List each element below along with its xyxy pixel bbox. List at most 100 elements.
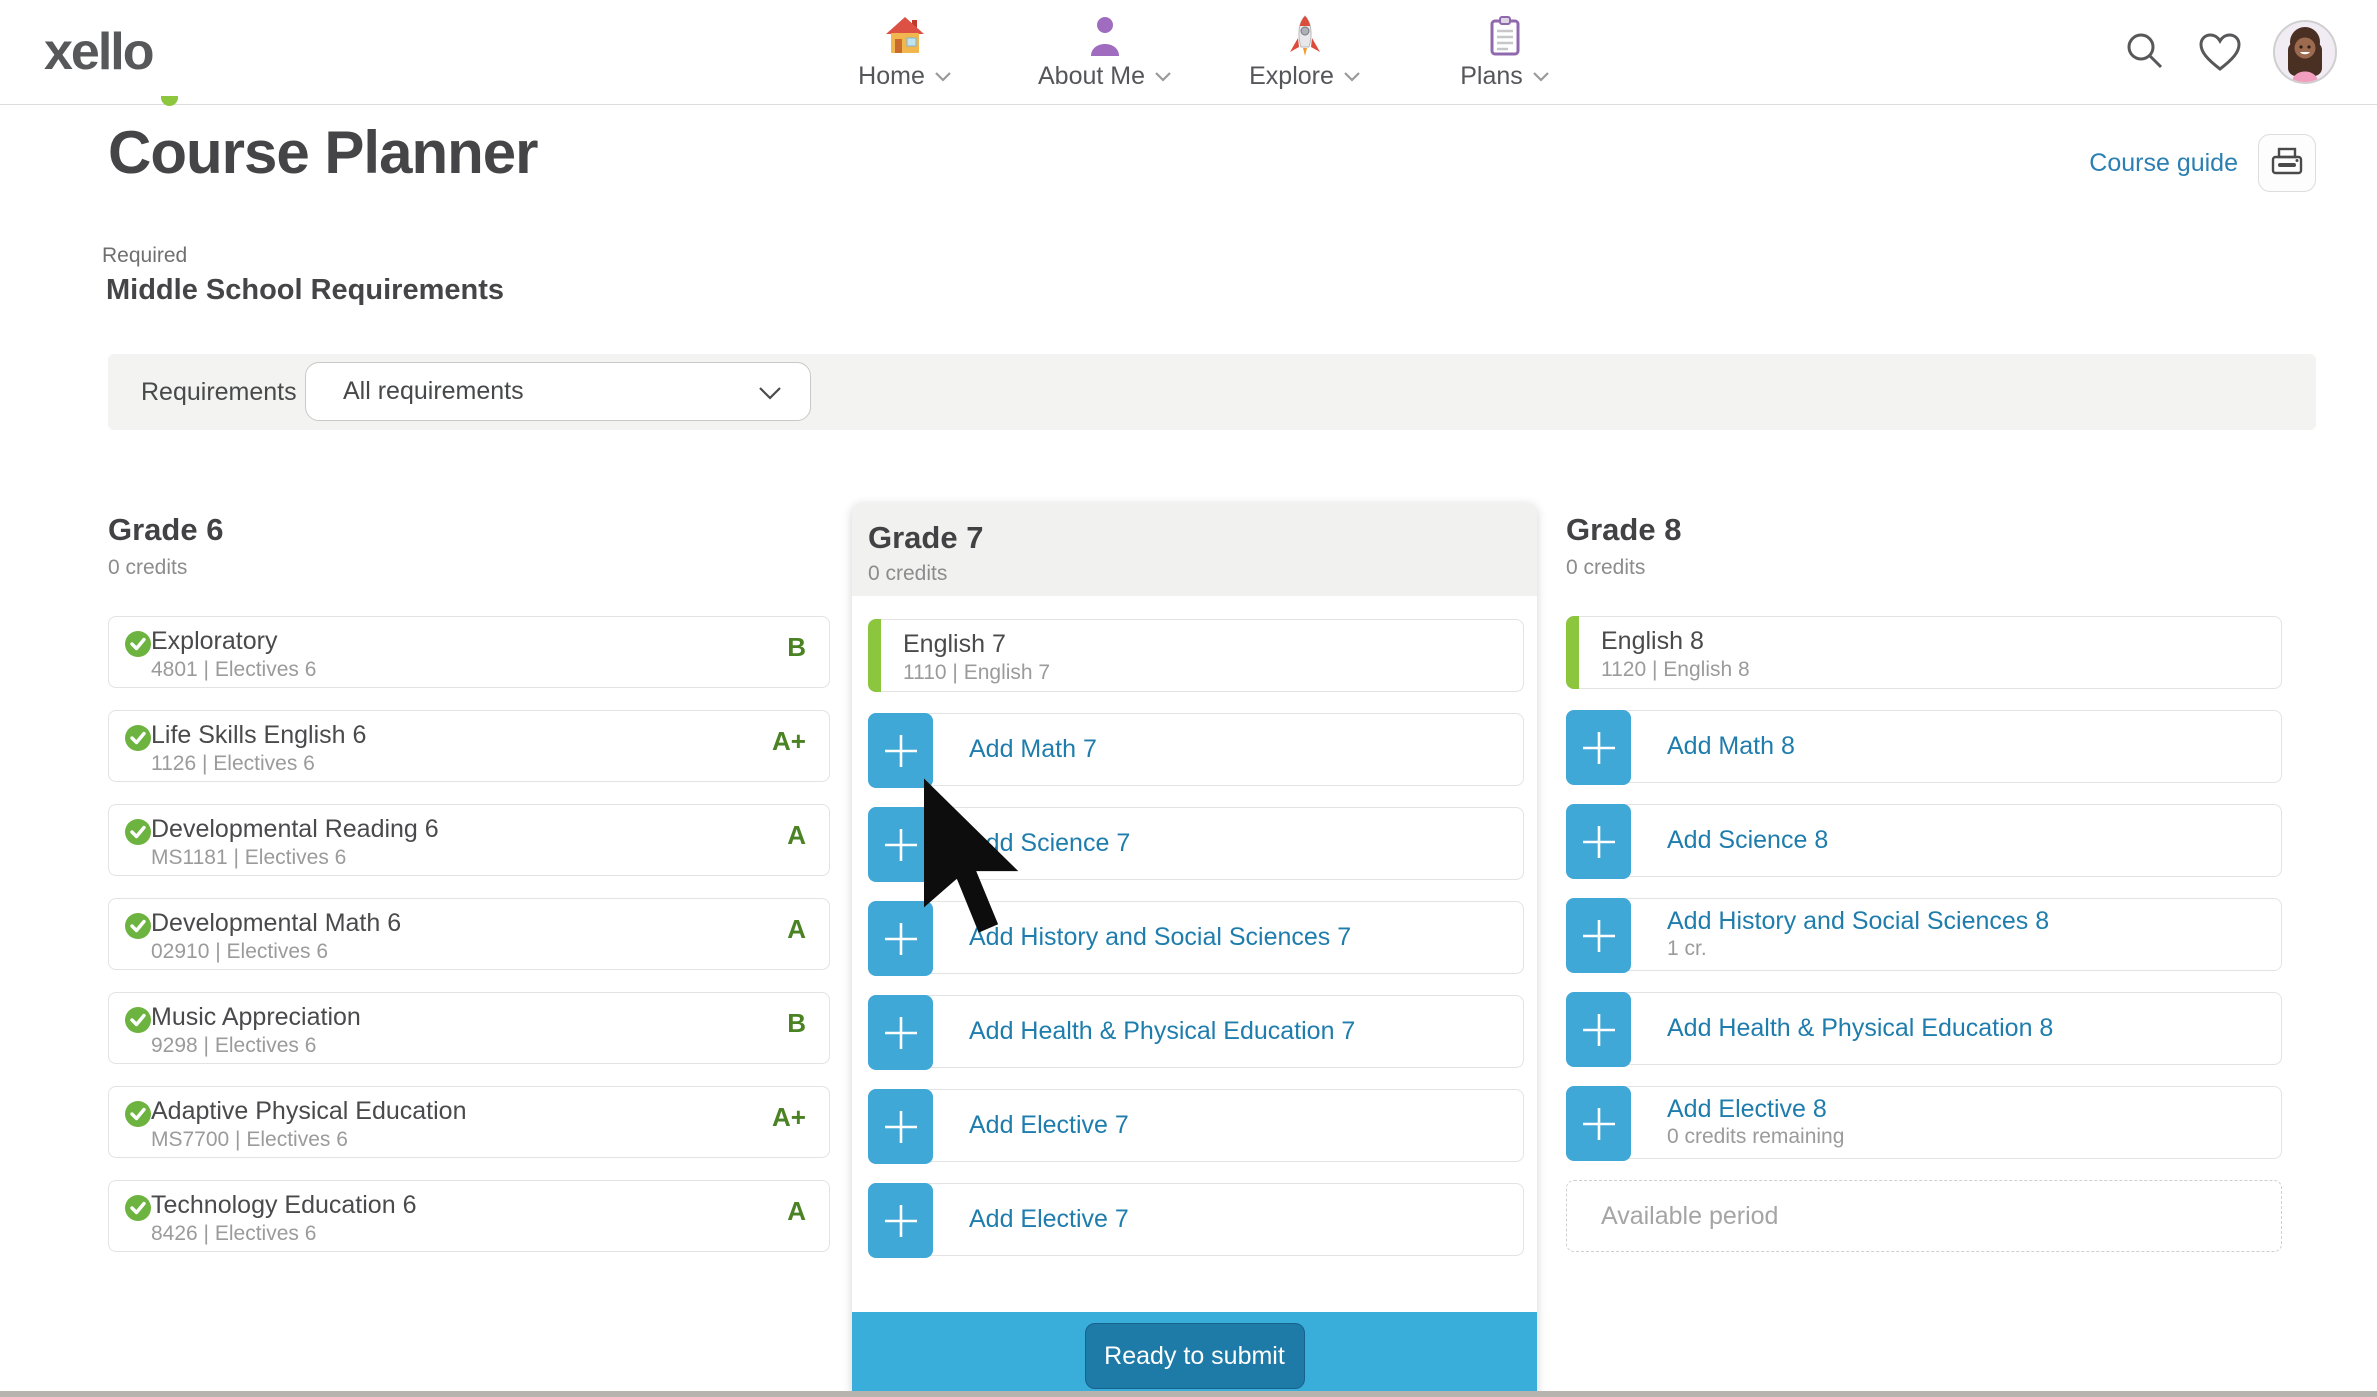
plus-icon[interactable] bbox=[1566, 1086, 1631, 1161]
add-course-slot[interactable]: Add Elective 8 0 credits remaining bbox=[1566, 1086, 2282, 1159]
plus-icon[interactable] bbox=[868, 1183, 933, 1258]
logo-green-accent bbox=[161, 96, 178, 106]
course-name: English 8 bbox=[1601, 626, 2281, 656]
requirements-label: Requirements bbox=[141, 378, 297, 407]
nav-label-explore: Explore bbox=[1249, 62, 1334, 91]
course-card[interactable]: Developmental Reading 6 MS1181 | Electiv… bbox=[108, 804, 830, 876]
plus-icon[interactable] bbox=[868, 995, 933, 1070]
add-slot-label: Add Math 7 bbox=[969, 735, 1097, 764]
required-label: Required bbox=[102, 244, 187, 268]
plus-icon[interactable] bbox=[868, 1089, 933, 1164]
course-name: Technology Education 6 bbox=[151, 1190, 829, 1220]
course-card[interactable]: Adaptive Physical Education MS7700 | Ele… bbox=[108, 1086, 830, 1158]
nav-item-plans[interactable]: Plans bbox=[1405, 6, 1605, 91]
requirements-filter-bar: Requirements All requirements bbox=[108, 354, 2316, 430]
course-card[interactable]: Music Appreciation 9298 | Electives 6 B bbox=[108, 992, 830, 1064]
logo-text: xello bbox=[44, 23, 153, 81]
add-course-slot[interactable]: Add Math 8 bbox=[1566, 710, 2282, 783]
nav-item-home[interactable]: Home bbox=[805, 6, 1005, 91]
grade7-submit-bar: Ready to submit bbox=[852, 1312, 1537, 1397]
nav-label-about-me: About Me bbox=[1038, 62, 1145, 91]
chevron-down-icon bbox=[1532, 71, 1550, 82]
course-grade: A bbox=[787, 1196, 806, 1227]
course-code: MS7700 | Electives 6 bbox=[151, 1126, 829, 1153]
course-card[interactable]: Developmental Math 6 02910 | Electives 6… bbox=[108, 898, 830, 970]
chevron-down-icon bbox=[934, 71, 952, 82]
nav-menu: Home About Me bbox=[805, 6, 1605, 91]
course-planner-page: xello Home bbox=[0, 0, 2377, 1397]
viewport-bottom-strip bbox=[0, 1391, 2377, 1397]
plan-name: Middle School Requirements bbox=[106, 274, 504, 307]
scheduled-course-card[interactable]: English 7 1110 | English 7 bbox=[868, 619, 1524, 692]
completed-check-icon bbox=[124, 1100, 152, 1128]
course-grade: B bbox=[787, 632, 806, 663]
course-guide-link[interactable]: Course guide bbox=[2089, 149, 2238, 178]
plus-icon[interactable] bbox=[1566, 992, 1631, 1067]
completed-check-icon bbox=[124, 724, 152, 752]
plus-icon[interactable] bbox=[1566, 804, 1631, 879]
add-slot-label: Add Health & Physical Education 8 bbox=[1667, 1014, 2053, 1043]
grade7-title: Grade 7 bbox=[868, 520, 1537, 556]
print-button[interactable] bbox=[2258, 134, 2316, 192]
xello-logo[interactable]: xello bbox=[44, 22, 153, 82]
course-card[interactable]: Exploratory 4801 | Electives 6 B bbox=[108, 616, 830, 688]
add-slot-label: Add Elective 7 bbox=[969, 1205, 1129, 1234]
available-period-label: Available period bbox=[1601, 1202, 1778, 1231]
nav-item-about-me[interactable]: About Me bbox=[1005, 6, 1205, 91]
completed-check-icon bbox=[124, 1194, 152, 1222]
available-period-slot: Available period bbox=[1566, 1180, 2282, 1252]
add-course-slot[interactable]: Add Elective 7 bbox=[868, 1089, 1524, 1162]
requirements-select[interactable]: All requirements bbox=[305, 362, 811, 421]
scheduled-course-card[interactable]: English 8 1120 | English 8 bbox=[1566, 616, 2282, 689]
course-name: Music Appreciation bbox=[151, 1002, 829, 1032]
course-name: English 7 bbox=[903, 629, 1523, 659]
add-slot-label: Add Elective 7 bbox=[969, 1111, 1129, 1140]
course-name: Developmental Reading 6 bbox=[151, 814, 829, 844]
completed-check-icon bbox=[124, 912, 152, 940]
profile-avatar[interactable] bbox=[2273, 20, 2337, 84]
scheduled-green-bar bbox=[1566, 616, 1579, 689]
course-card[interactable]: Life Skills English 6 1126 | Electives 6… bbox=[108, 710, 830, 782]
nav-right-icons bbox=[2123, 0, 2337, 104]
home-icon bbox=[883, 6, 927, 58]
add-course-slot[interactable]: Add Elective 7 bbox=[868, 1183, 1524, 1256]
grade7-credits: 0 credits bbox=[868, 562, 1537, 586]
grade8-column: Grade 8 0 credits English 8 1120 | Engli… bbox=[1566, 512, 2282, 1252]
printer-icon bbox=[2270, 147, 2304, 179]
course-grade: B bbox=[787, 1008, 806, 1039]
course-guide-area: Course guide bbox=[2089, 134, 2316, 192]
course-code: 9298 | Electives 6 bbox=[151, 1032, 829, 1059]
add-slot-label: Add History and Social Sciences 7 bbox=[969, 923, 1351, 952]
plus-icon[interactable] bbox=[1566, 710, 1631, 785]
course-card[interactable]: Technology Education 6 8426 | Electives … bbox=[108, 1180, 830, 1252]
course-code: 1126 | Electives 6 bbox=[151, 750, 829, 777]
completed-check-icon bbox=[124, 818, 152, 846]
add-course-slot[interactable]: Add History and Social Sciences 8 1 cr. bbox=[1566, 898, 2282, 971]
heart-icon[interactable] bbox=[2197, 31, 2243, 73]
add-slot-label: Add Health & Physical Education 7 bbox=[969, 1017, 1355, 1046]
scheduled-green-bar bbox=[868, 619, 881, 692]
course-code: 4801 | Electives 6 bbox=[151, 656, 829, 683]
search-icon[interactable] bbox=[2123, 30, 2167, 74]
chevron-down-icon bbox=[758, 386, 782, 400]
add-course-slot[interactable]: Add Health & Physical Education 8 bbox=[1566, 992, 2282, 1065]
chevron-down-icon bbox=[1343, 71, 1361, 82]
clipboard-icon bbox=[1483, 6, 1527, 58]
course-name: Adaptive Physical Education bbox=[151, 1096, 829, 1126]
grade8-credits: 0 credits bbox=[1566, 556, 2282, 580]
add-course-slot[interactable]: Add Science 8 bbox=[1566, 804, 2282, 877]
grade8-card-list: English 8 1120 | English 8 Add Math 8 Ad… bbox=[1566, 616, 2282, 1252]
course-name: Developmental Math 6 bbox=[151, 908, 829, 938]
course-name: Exploratory bbox=[151, 626, 829, 656]
add-course-slot[interactable]: Add Health & Physical Education 7 bbox=[868, 995, 1524, 1068]
ready-to-submit-button[interactable]: Ready to submit bbox=[1085, 1323, 1305, 1389]
add-slot-label: Add History and Social Sciences 8 bbox=[1667, 907, 2049, 936]
nav-item-explore[interactable]: Explore bbox=[1205, 6, 1405, 91]
plus-icon[interactable] bbox=[1566, 898, 1631, 973]
top-nav: xello Home bbox=[0, 0, 2377, 105]
course-code: MS1181 | Electives 6 bbox=[151, 844, 829, 871]
mouse-cursor bbox=[918, 776, 1026, 936]
course-grade: A+ bbox=[772, 726, 806, 757]
course-code: 8426 | Electives 6 bbox=[151, 1220, 829, 1247]
nav-label-home: Home bbox=[858, 62, 925, 91]
